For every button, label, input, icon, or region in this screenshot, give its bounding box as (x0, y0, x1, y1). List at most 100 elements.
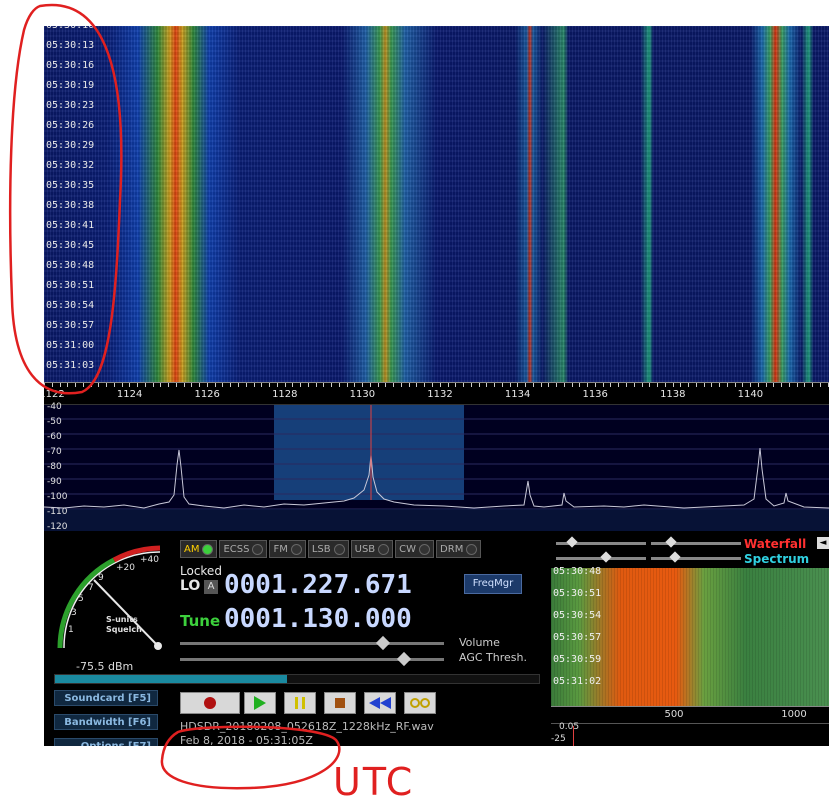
slider-thumb[interactable] (600, 551, 612, 563)
stop-icon (335, 698, 345, 708)
waterfall-time-label: 05:30:38 (46, 200, 95, 211)
playback-position-bar[interactable] (54, 674, 540, 684)
frequency-tick (183, 383, 185, 387)
zoom-slider-2[interactable] (651, 536, 741, 548)
mode-label: ECSS (223, 543, 250, 555)
recording-timestamp: Feb 8, 2018 - 05:31:05Z (180, 734, 313, 746)
zoom-slider-4[interactable] (651, 551, 741, 563)
frequency-tick (377, 383, 379, 387)
loop-button[interactable] (404, 692, 436, 714)
waterfall-time-label: 05:30:51 (46, 280, 95, 291)
zoom-time-label: 05:30:54 (553, 610, 602, 621)
frequency-tick (269, 383, 271, 387)
squelch-label[interactable]: Squelch (106, 625, 142, 634)
frequency-tick (447, 383, 449, 387)
frequency-label: 1124 (116, 389, 143, 400)
frequency-tick (113, 383, 115, 387)
frequency-tick (587, 383, 589, 387)
mode-ecss-button[interactable]: ECSS (219, 540, 268, 558)
mode-label: CW (399, 543, 417, 555)
loop-icon (410, 698, 430, 708)
frequency-tick (137, 383, 139, 387)
waterfall-display[interactable]: 05:30:10 05:30:13 05:30:16 05:30:19 05:30:23… (44, 26, 829, 382)
frequency-tick (618, 383, 620, 387)
zoom-time-label: 05:30:51 (553, 588, 602, 599)
stop-button[interactable] (324, 692, 356, 714)
mode-am-button[interactable]: AM (180, 540, 218, 558)
frequency-tick (292, 383, 294, 387)
frequency-tick (626, 383, 627, 387)
db-label: -90 (47, 477, 62, 487)
mode-label: LSB (311, 543, 331, 555)
lo-a-button[interactable]: A (204, 580, 218, 594)
waterfall-time-label: 05:30:26 (46, 120, 95, 131)
frequency-tick (540, 383, 542, 387)
frequency-tick (796, 383, 798, 387)
agc-slider-thumb[interactable] (397, 651, 412, 667)
frequency-tick (400, 383, 402, 387)
s-scale-label: 5 (78, 594, 84, 604)
waterfall-time-label: 05:30:16 (46, 60, 95, 71)
lo-frequency-display[interactable]: 0001.227.671 (224, 570, 412, 600)
volume-slider[interactable] (180, 635, 444, 651)
frequency-tick (703, 383, 705, 387)
mode-drm-button[interactable]: DRM (436, 540, 482, 558)
frequency-scale[interactable]: 1122 1124 1126 1128 1130 1132 1134 1136 1138 1140 (44, 382, 829, 403)
mode-led-icon (333, 543, 345, 555)
record-button[interactable] (180, 692, 240, 714)
frequency-tick (346, 383, 348, 387)
frequency-tick (688, 383, 690, 387)
frequency-tick (470, 383, 472, 387)
frequency-tick (742, 383, 744, 387)
frequency-tick (393, 383, 395, 387)
frequency-tick (199, 383, 201, 387)
zoom-spec-marker (573, 726, 574, 746)
frequency-tick (44, 383, 45, 387)
pause-button[interactable] (284, 692, 316, 714)
frequency-tick (121, 383, 123, 387)
mode-fm-button[interactable]: FM (269, 540, 306, 558)
soundcard-button[interactable]: Soundcard [F5] (54, 690, 158, 706)
freqmgr-button[interactable]: FreqMgr (464, 574, 522, 594)
db-label: -110 (47, 507, 68, 517)
mode-lsb-button[interactable]: LSB (307, 540, 349, 558)
tune-frequency-display[interactable]: 0001.130.000 (224, 604, 412, 634)
db-label: -120 (47, 522, 68, 532)
zoom-spectrum[interactable]: 0.05 -25 (551, 722, 829, 746)
spectrum-label: Spectrum (744, 552, 810, 566)
slider-thumb[interactable] (669, 551, 681, 563)
mode-led-icon (252, 543, 264, 555)
slider-thumb[interactable] (566, 536, 578, 548)
rewind-button[interactable] (364, 692, 396, 714)
db-label: -40 (47, 402, 62, 412)
frequency-tick (649, 383, 651, 387)
collapse-arrow-icon[interactable]: ◄ (817, 537, 829, 549)
frequency-tick (67, 383, 69, 387)
options-button[interactable]: Options [F7] (54, 738, 158, 746)
frequency-tick (261, 383, 263, 387)
s-units-label: S-units (106, 615, 138, 624)
play-button[interactable] (244, 692, 276, 714)
frequency-tick (315, 383, 317, 387)
agc-threshold-slider[interactable] (180, 651, 444, 667)
slider-thumb[interactable] (665, 536, 677, 548)
bandwidth-button[interactable]: Bandwidth [F6] (54, 714, 158, 730)
spectrum-display[interactable]: -40 -50 -60 -70 -80 -90 -100 -110 -120 (44, 402, 829, 532)
mode-usb-button[interactable]: USB (350, 540, 394, 558)
zoom-waterfall[interactable]: 05:30:48 05:30:51 05:30:54 05:30:57 05:3… (551, 566, 829, 706)
frequency-label: 1134 (504, 389, 531, 400)
frequency-tick (765, 383, 767, 387)
waterfall-time-label: 05:31:03 (46, 360, 95, 371)
frequency-tick (548, 383, 550, 387)
frequency-tick (750, 383, 752, 387)
zoom-slider-3[interactable] (556, 551, 646, 563)
frequency-label: 1126 (194, 389, 220, 400)
mode-label: AM (184, 543, 200, 555)
rewind-icon (369, 697, 391, 709)
mode-cw-button[interactable]: CW (395, 540, 435, 558)
zoom-slider-1[interactable] (556, 536, 646, 548)
frequency-tick (734, 383, 736, 387)
volume-slider-thumb[interactable] (376, 635, 391, 651)
frequency-tick (51, 383, 53, 387)
frequency-tick (672, 383, 674, 387)
